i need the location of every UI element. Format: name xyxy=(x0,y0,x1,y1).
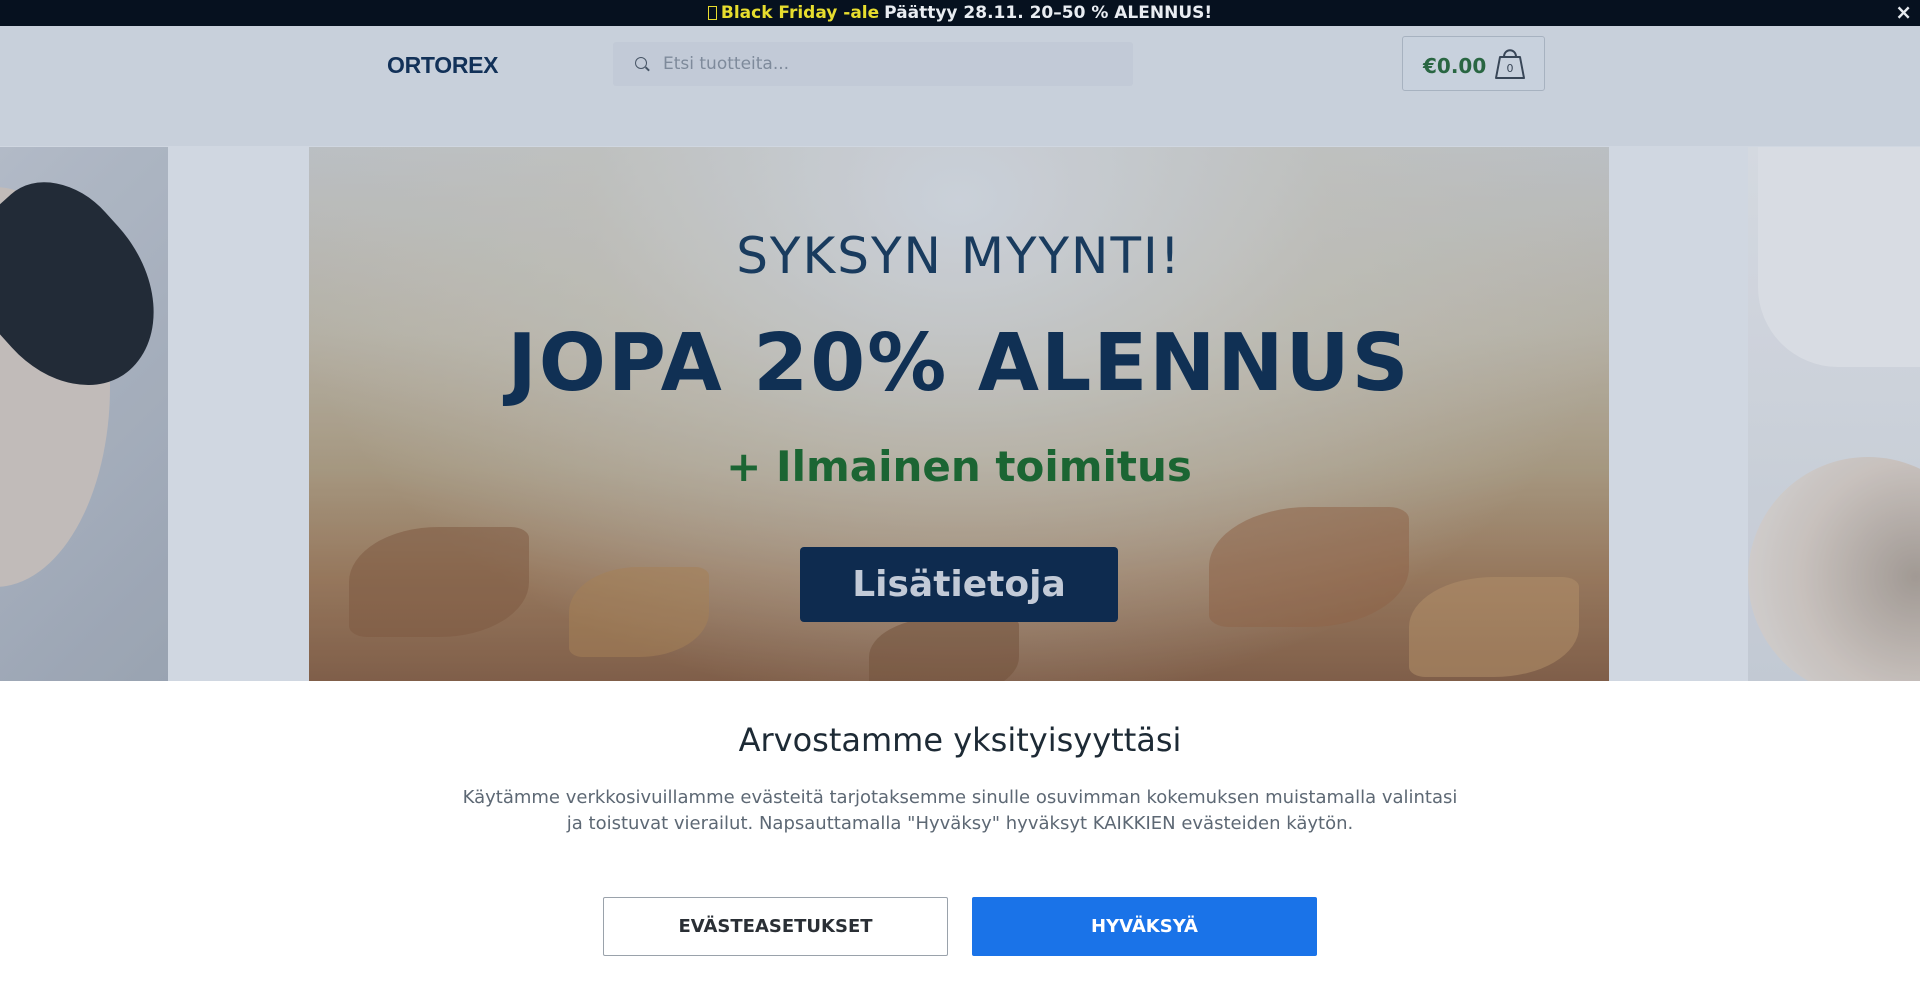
search-icon[interactable] xyxy=(635,57,647,69)
cookie-consent-banner: Arvostamme yksityisyyttäsi Käytämme verk… xyxy=(0,681,1920,993)
cookie-accept-button[interactable]: HYVÄKSYÄ xyxy=(972,897,1317,956)
carousel-slide-next[interactable] xyxy=(1748,147,1920,681)
announcement-bar: Black Friday -ale Päättyy 28.11. 20–50 %… xyxy=(0,0,1920,26)
cookie-settings-button[interactable]: EVÄSTEASETUKSET xyxy=(603,897,948,956)
site-header: ORTOREX €0.00 0 xyxy=(330,26,1590,98)
promo-icon xyxy=(707,6,717,20)
cart-total: €0.00 xyxy=(1423,54,1487,78)
site-logo[interactable]: ORTOREX xyxy=(387,52,499,79)
hero-subheadline: + Ilmainen toimitus xyxy=(726,442,1192,491)
slide-image-pillow xyxy=(1758,147,1920,367)
cart-count: 0 xyxy=(1507,62,1514,75)
close-icon[interactable]: × xyxy=(1895,0,1912,26)
search-input[interactable] xyxy=(663,42,1123,86)
slide-image-sleeper xyxy=(1748,457,1920,681)
hero-banner: SYKSYN MYYNTI! JOPA 20% ALENNUS + Ilmain… xyxy=(309,147,1609,681)
cart-button[interactable]: €0.00 0 xyxy=(1402,36,1545,91)
cookie-body: Käytämme verkkosivuillamme evästeitä tar… xyxy=(462,787,1458,834)
carousel-slide-prev[interactable] xyxy=(0,147,168,681)
search-bar[interactable] xyxy=(613,42,1133,86)
cookie-title: Arvostamme yksityisyyttäsi xyxy=(738,721,1182,759)
announcement-text: Päättyy 28.11. 20–50 % ALENNUS! xyxy=(884,3,1213,23)
announcement-highlight: Black Friday -ale xyxy=(720,3,880,23)
shopping-bag-icon: 0 xyxy=(1495,49,1525,79)
hero-kicker: SYKSYN MYYNTI! xyxy=(736,227,1182,285)
hero-headline: JOPA 20% ALENNUS xyxy=(507,317,1411,409)
hero-cta-button[interactable]: Lisätietoja xyxy=(800,547,1118,622)
